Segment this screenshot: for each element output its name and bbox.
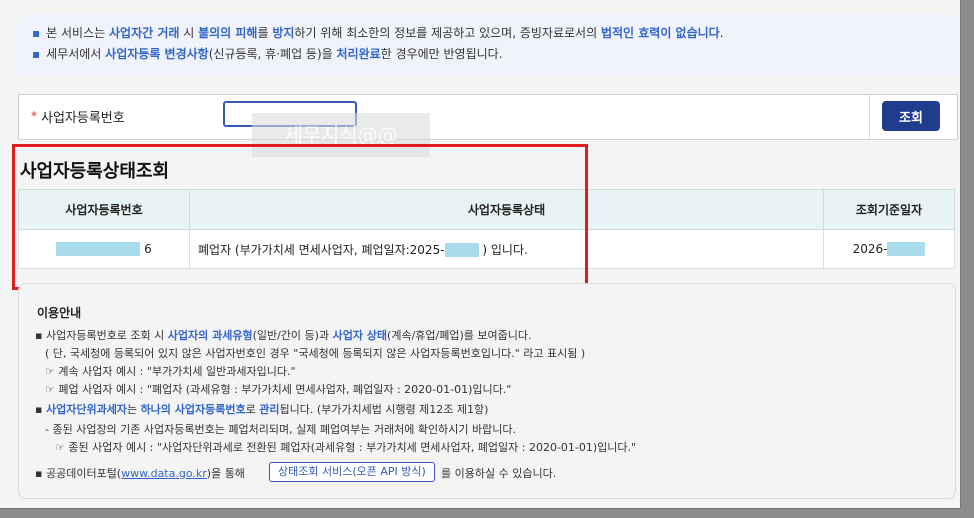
guide-title: 이용안내 — [37, 306, 82, 320]
result-title: 사업자등록상태조회 — [20, 161, 170, 182]
required-mark: * — [31, 109, 37, 123]
bullet-icon: ▪ — [35, 467, 43, 480]
masked-value — [887, 242, 926, 257]
lookup-form: * 사업자등록번호 조회 — [18, 94, 958, 140]
header-reg-number: 사업자등록번호 — [18, 189, 190, 230]
bullet-icon: ▪ — [35, 403, 43, 416]
page-frame: ▪ 본 서비스는 사업자간 거래 시 불의의 피해를 방지하기 위해 최소한의 정… — [0, 0, 961, 509]
usage-guide: 이용안내 ▪ 사업자등록번호로 조회 시 사업자의 과세유형(일반/간이 등)과… — [18, 283, 956, 499]
cell-date: 2026- — [823, 229, 955, 269]
guide-line-4: ☞ 폐업 사업자 예시 : "폐업자 (과세유형 : 부가가치세 면세사업자, … — [45, 383, 512, 396]
bullet-icon: ▪ — [32, 47, 41, 61]
table-row: 6 폐업자 (부가가치세 면세사업자, 폐업일자:2025- ) 입니다. 20… — [18, 229, 955, 269]
guide-line-7: ☞ 종된 사업자 예시 : "사업자단위과세로 전환된 폐업자(과세유형 : 부… — [55, 441, 637, 454]
masked-value — [444, 243, 479, 257]
guide-line-8-tail: 를 이용하실 수 있습니다. — [441, 467, 557, 480]
guide-line-8: ▪ 공공데이터포털(www.data.go.kr)을 통해 — [35, 467, 245, 480]
bullet-icon: ▪ — [35, 329, 43, 342]
masked-value — [56, 242, 141, 257]
bullet-icon: ▪ — [32, 26, 41, 40]
guide-line-5: ▪ 사업자단위과세자는 하나의 사업자등록번호로 관리됩니다. (부가가치세법 … — [35, 403, 489, 416]
divider — [869, 95, 870, 139]
guide-line-6: - 종된 사업장의 기존 사업자등록번호는 폐업처리되며, 실제 폐업여부는 거… — [45, 423, 516, 436]
search-button[interactable]: 조회 — [882, 101, 940, 131]
api-service-button[interactable]: 상태조회 서비스(오픈 API 방식) — [269, 462, 435, 482]
data-portal-link[interactable]: www.data.go.kr — [121, 467, 207, 480]
guide-line-2: ( 단, 국세청에 등록되어 있지 않은 사업자번호인 경우 "국세청에 등록되… — [45, 347, 586, 360]
notice-line-2: ▪ 세무서에서 사업자등록 변경사항(신규등록, 휴·폐업 등)을 처리완료한 경… — [32, 47, 503, 61]
guide-line-1: ▪ 사업자등록번호로 조회 시 사업자의 과세유형(일반/간이 등)과 사업자 … — [35, 329, 532, 342]
watermark: 세무지식@@ — [252, 113, 430, 157]
header-status: 사업자등록상태 — [189, 189, 824, 230]
table-header-row: 사업자등록번호 사업자등록상태 조회기준일자 — [18, 189, 955, 230]
notice-line-1: ▪ 본 서비스는 사업자간 거래 시 불의의 피해를 방지하기 위해 최소한의 정… — [32, 26, 724, 40]
reg-number-label: 사업자등록번호 — [41, 111, 125, 126]
cell-status: 폐업자 (부가가치세 면세사업자, 폐업일자:2025- ) 입니다. — [189, 229, 824, 269]
guide-line-3: ☞ 계속 사업자 예시 : "부가가치세 일반과세자입니다." — [45, 365, 296, 378]
cell-reg-number: 6 — [18, 229, 190, 269]
notice-box: ▪ 본 서비스는 사업자간 거래 시 불의의 피해를 방지하기 위해 최소한의 정… — [18, 14, 958, 76]
header-date: 조회기준일자 — [823, 189, 955, 230]
result-table: 사업자등록번호 사업자등록상태 조회기준일자 6 폐업자 (부가가치세 면세사업… — [18, 189, 955, 269]
